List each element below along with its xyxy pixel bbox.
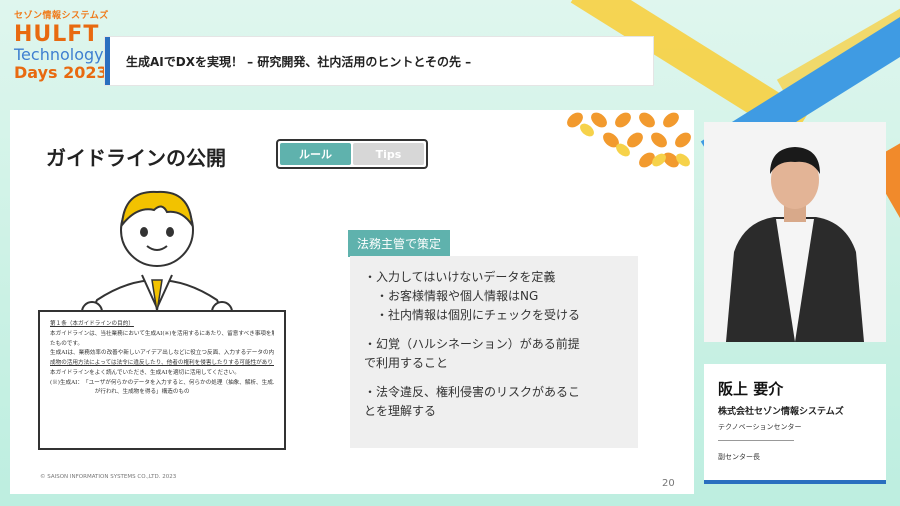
point-text: ・お客様情報や個人情報はNG [376,289,539,303]
logo-brand: セゾン情報システムズ [14,11,109,21]
logo-line1: HULFT [14,22,100,47]
speaker-name: 阪上 要介 [718,380,784,398]
toggle-tips[interactable]: Tips [353,143,424,165]
guideline-document: 第１条（本ガイドラインの目的） 本ガイドラインは、当社業務において生成AI(※)… [38,310,286,450]
page-number: 20 [662,478,675,489]
point-text: ・社内情報は個別にチェックを受ける [376,308,581,322]
speaker-nameplate: 阪上 要介 株式会社セゾン情報システムズ テクノベーションセンター 副センター長 [704,364,886,484]
logo-line3: Days 2023 [14,63,108,82]
event-logo: セゾン情報システムズ HULFT Technology Days 2023 [14,12,109,81]
logo-line2: Technology [14,45,104,64]
decor-pattern-icon [567,112,691,168]
doc-line: が行われ、生成物を得る」構造のもの [50,389,190,396]
doc-line: 本ガイドラインは、当社業務において生成AI(※)を活用するにあたり、留意すべき事… [50,330,274,337]
session-title: 生成AIでDXを実現！ – 研究開発、社内活用のヒントとその先 – [126,54,472,69]
presentation-slide: ガイドラインの公開 ルール Tips 第１条（本ガイドラインの目的） 本ガイドラ… [10,110,694,494]
point-text: とを理解する [364,404,437,418]
doc-line: たものです。 [50,340,84,347]
speaker-company: 株式会社セゾン情報システムズ [718,407,844,417]
toggle-rule[interactable]: ルール [280,143,351,165]
speaker-silhouette-icon [726,147,864,342]
point-text: ・入力してはいけないデータを定義 [364,270,556,284]
doc-line: 生成AIは、業務効率の改善や新しいアイデア出しなどに役立つ反面、入力するデータの… [50,350,274,357]
person-illustration-icon [81,190,233,320]
doc-line: (※)生成AI： 「ユーザが何らかのデータを入力すると、何らかの処理（抽象、解析… [50,379,274,386]
title-accent [105,37,110,85]
speaker-video [704,122,886,342]
legal-badge: 法務主管で策定 [348,230,451,257]
slide-title: ガイドラインの公開 [46,146,226,170]
rule-tips-toggle[interactable]: ルール Tips [276,139,428,169]
copyright: © SAISON INFORMATION SYSTEMS CO.,LTD. 20… [40,474,177,480]
point-text: ・法令違反、権利侵害のリスクがあるこ [364,385,581,399]
doc-line: 第１条（本ガイドラインの目的） [50,321,134,327]
speaker-department: テクノベーションセンター [718,423,802,431]
speaker-role: 副センター長 [718,453,760,461]
divider [718,440,794,441]
point-text: で利用すること [364,356,449,370]
doc-line: 成物の活用方法によっては法令に違反したり、他者の権利を侵害したりする可能性があり… [50,360,274,367]
doc-line: 本ガイドラインをよく読んでいただき、生成AIを適切に活用してください。 [50,369,240,376]
session-title-bar: 生成AIでDXを実現！ – 研究開発、社内活用のヒントとその先 – [104,36,654,86]
guideline-points: ・入力してはいけないデータを定義 ・お客様情報や個人情報はNG ・社内情報は個別… [350,256,638,448]
point-text: ・幻覚（ハルシネーション）がある前提 [364,337,580,351]
